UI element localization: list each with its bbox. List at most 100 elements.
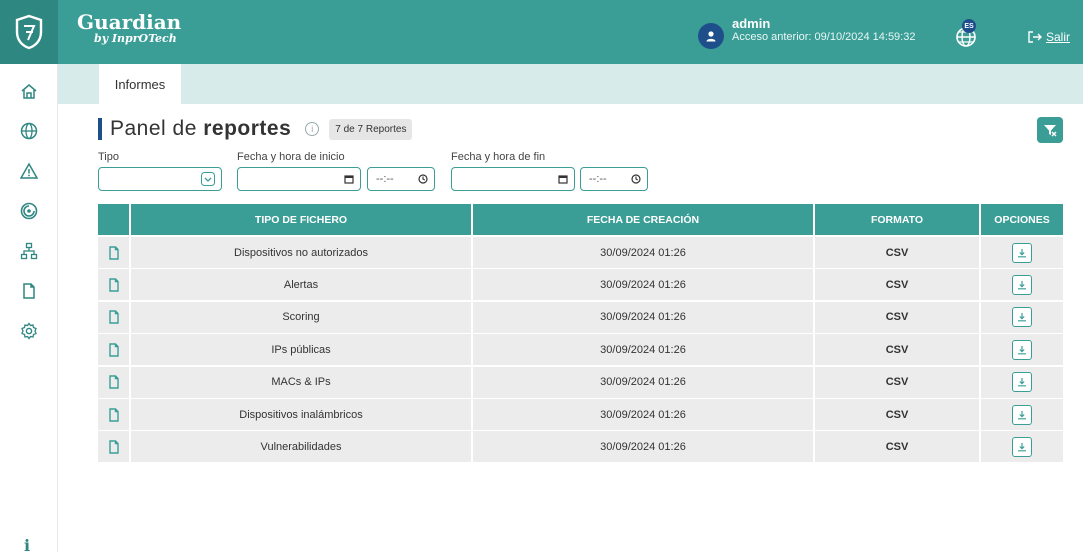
- scan-icon: [20, 202, 38, 220]
- user-info[interactable]: admin Acceso anterior: 09/10/2024 14:59:…: [698, 11, 915, 49]
- table-row: Alertas 30/09/2024 01:26 CSV: [98, 269, 1063, 301]
- shield-logo-icon: [15, 14, 43, 50]
- language-badge: ES: [962, 19, 976, 33]
- brand-name: Guardian: [77, 10, 182, 34]
- cell-options: [981, 269, 1063, 301]
- tipo-select[interactable]: [98, 167, 222, 191]
- file-icon: [98, 366, 131, 398]
- start-time-placeholder: --:--: [376, 173, 394, 185]
- file-icon: [98, 269, 131, 301]
- table-row: Vulnerabilidades 30/09/2024 01:26 CSV: [98, 431, 1063, 463]
- download-icon: [1018, 442, 1026, 452]
- download-button[interactable]: [1012, 274, 1032, 295]
- cell-date: 30/09/2024 01:26: [473, 431, 815, 463]
- user-avatar-icon: [698, 23, 724, 49]
- table-header: TIPO DE FICHERO FECHA DE CREACIÓN FORMAT…: [98, 204, 1063, 235]
- file-icon: [98, 237, 131, 268]
- download-icon: [1018, 313, 1026, 322]
- table-row: Scoring 30/09/2024 01:26 CSV: [98, 301, 1063, 333]
- clock-icon: [631, 174, 641, 184]
- cell-options: [981, 301, 1063, 333]
- settings-icon: [21, 322, 37, 340]
- sidebar-item-topology[interactable]: [18, 240, 40, 262]
- cell-format: CSV: [815, 399, 981, 430]
- logout-label: Salir: [1046, 30, 1071, 44]
- column-header-format[interactable]: FORMATO: [815, 204, 981, 235]
- file-icon: [98, 431, 131, 463]
- column-header-date[interactable]: FECHA DE CREACIÓN: [473, 204, 815, 235]
- clock-icon: [418, 174, 428, 184]
- cell-date: 30/09/2024 01:26: [473, 237, 815, 268]
- icon-column-header: [98, 204, 131, 235]
- column-header-type[interactable]: TIPO DE FICHERO: [131, 204, 473, 235]
- alert-icon: [20, 162, 38, 179]
- cell-type: Dispositivos inalámbricos: [131, 399, 473, 430]
- download-button[interactable]: [1012, 242, 1032, 263]
- cell-options: [981, 366, 1063, 398]
- clear-filter-button[interactable]: [1037, 117, 1063, 143]
- end-time-input[interactable]: --:--: [580, 167, 648, 191]
- table-row: Dispositivos no autorizados 30/09/2024 01…: [98, 237, 1063, 268]
- file-icon: [23, 283, 35, 299]
- table-row: IPs públicas 30/09/2024 01:26 CSV: [98, 334, 1063, 366]
- logo[interactable]: [0, 0, 58, 64]
- file-icon: [98, 334, 131, 366]
- title-text: Panel de reportes: [110, 117, 291, 141]
- cell-options: [981, 399, 1063, 430]
- title-normal: Panel de: [110, 117, 204, 140]
- last-access: Acceso anterior: 09/10/2024 14:59:32: [732, 30, 916, 43]
- end-date-label: Fecha y hora de fin: [451, 151, 546, 163]
- cell-type: Scoring: [131, 301, 473, 333]
- download-button[interactable]: [1012, 307, 1032, 328]
- filter-off-icon: [1044, 125, 1057, 137]
- end-time-placeholder: --:--: [589, 173, 607, 185]
- info-icon[interactable]: i: [24, 536, 30, 555]
- sidebar-item-network-map[interactable]: [18, 120, 40, 142]
- table-row: MACs & IPs 30/09/2024 01:26 CSV: [98, 366, 1063, 398]
- network-icon: [20, 242, 38, 260]
- cell-format: CSV: [815, 237, 981, 268]
- cell-type: Alertas: [131, 269, 473, 301]
- calendar-icon: [344, 175, 354, 184]
- download-icon: [1018, 378, 1026, 387]
- cell-date: 30/09/2024 01:26: [473, 301, 815, 333]
- sidebar-item-alerts[interactable]: [18, 160, 40, 182]
- sidebar-item-reports[interactable]: [18, 280, 40, 302]
- cell-date: 30/09/2024 01:26: [473, 366, 815, 398]
- sidebar-item-home[interactable]: [18, 80, 40, 102]
- table-row: Dispositivos inalámbricos 30/09/2024 01:2…: [98, 399, 1063, 430]
- logout-button[interactable]: Salir: [1028, 30, 1070, 44]
- start-time-input[interactable]: --:--: [367, 167, 435, 191]
- title-bold: reportes: [203, 117, 292, 140]
- cell-options: [981, 334, 1063, 366]
- sidebar-item-settings[interactable]: [18, 320, 40, 342]
- cell-format: CSV: [815, 269, 981, 301]
- download-icon: [1018, 248, 1026, 257]
- download-icon: [1018, 280, 1026, 290]
- cell-options: [981, 431, 1063, 463]
- download-button[interactable]: [1012, 404, 1032, 425]
- cell-format: CSV: [815, 366, 981, 398]
- download-icon: [1018, 410, 1026, 419]
- page-title: Panel de reportes i 7 de 7 Reportes: [98, 117, 413, 141]
- download-button[interactable]: [1012, 372, 1032, 393]
- chevron-down-icon: [201, 172, 215, 186]
- download-button[interactable]: [1012, 436, 1032, 457]
- sidebar: i: [0, 64, 58, 555]
- cell-type: Dispositivos no autorizados: [131, 237, 473, 268]
- tab-informes[interactable]: Informes: [99, 64, 181, 104]
- help-info-icon[interactable]: i: [305, 122, 320, 136]
- cell-type: Vulnerabilidades: [131, 431, 473, 463]
- start-date-label: Fecha y hora de inicio: [237, 151, 345, 163]
- tipo-label: Tipo: [98, 151, 119, 163]
- end-date-input[interactable]: [451, 167, 575, 191]
- title-accent-bar: [98, 118, 102, 140]
- logout-icon: [1028, 31, 1042, 43]
- download-button[interactable]: [1012, 339, 1032, 360]
- download-icon: [1018, 345, 1026, 355]
- start-date-input[interactable]: [237, 167, 361, 191]
- sidebar-item-scan[interactable]: [18, 200, 40, 222]
- user-name: admin: [732, 15, 771, 31]
- globe-icon: [20, 122, 38, 140]
- cell-date: 30/09/2024 01:26: [473, 269, 815, 301]
